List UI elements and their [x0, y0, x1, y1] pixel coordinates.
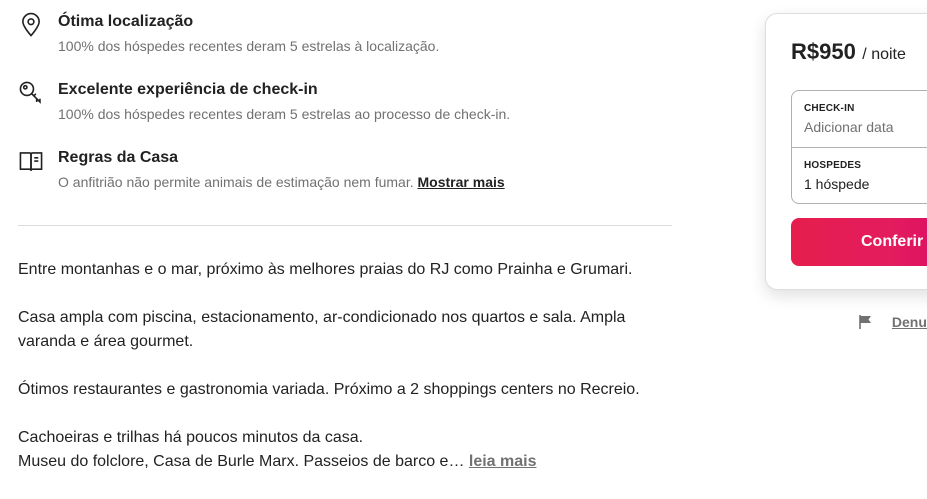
checkin-value: Adicionar data: [804, 119, 894, 135]
checkin-field[interactable]: CHECK-IN Adicionar data: [792, 91, 927, 147]
map-pin-icon: [18, 12, 44, 38]
checkin-label: CHECK-IN: [804, 103, 855, 114]
description-paragraph: Entre montanhas e o mar, próximo às melh…: [18, 261, 633, 278]
price-row: R$950 / noite: [791, 39, 906, 65]
highlight-subtitle: 100% dos hóspedes recentes deram 5 estre…: [58, 38, 440, 54]
guests-label: HOSPEDES: [804, 160, 862, 171]
booking-card: R$950 / noite CHECK-IN Adicionar data HO…: [765, 13, 927, 290]
highlight-subtitle: 100% dos hóspedes recentes deram 5 estre…: [58, 106, 511, 122]
description-paragraph: Casa ampla com piscina, estacionamento, …: [18, 309, 626, 350]
description-last-line-text: Museu do folclore, Casa de Burle Marx. P…: [18, 453, 465, 470]
check-availability-button[interactable]: Conferir: [791, 218, 927, 266]
report-listing[interactable]: Denunciar: [858, 314, 927, 330]
report-label[interactable]: Denunciar: [892, 314, 927, 330]
house-rules-book-icon: [18, 148, 44, 174]
description-paragraph: Ótimos restaurantes e gastronomia variad…: [18, 381, 640, 398]
show-more-link[interactable]: Mostrar mais: [418, 174, 505, 190]
listing-page: Ótima localização 100% dos hóspedes rece…: [0, 0, 927, 499]
nightly-price: R$950: [791, 39, 856, 64]
guests-field[interactable]: HOSPEDES 1 hóspede: [792, 147, 927, 204]
highlight-title: Excelente experiência de check-in: [58, 81, 318, 98]
price-unit: / noite: [862, 46, 906, 63]
listing-description: Entre montanhas e o mar, próximo às melh…: [18, 258, 678, 474]
description-last-line: Museu do folclore, Casa de Burle Marx. P…: [18, 450, 678, 474]
read-more-link[interactable]: leia mais: [469, 453, 537, 470]
flag-icon: [858, 314, 878, 330]
description-paragraph: Cachoeiras e trilhas há poucos minutos d…: [18, 429, 364, 446]
key-icon: [18, 80, 44, 106]
highlight-title: Ótima localização: [58, 13, 194, 30]
section-divider: [18, 225, 672, 226]
highlight-subtitle-text: O anfitrião não permite animais de estim…: [58, 174, 414, 190]
guests-value: 1 hóspede: [804, 176, 870, 192]
booking-fields: CHECK-IN Adicionar data HOSPEDES 1 hóspe…: [791, 90, 927, 204]
highlight-subtitle: O anfitrião não permite animais de estim…: [58, 173, 505, 191]
highlight-title: Regras da Casa: [58, 149, 179, 166]
